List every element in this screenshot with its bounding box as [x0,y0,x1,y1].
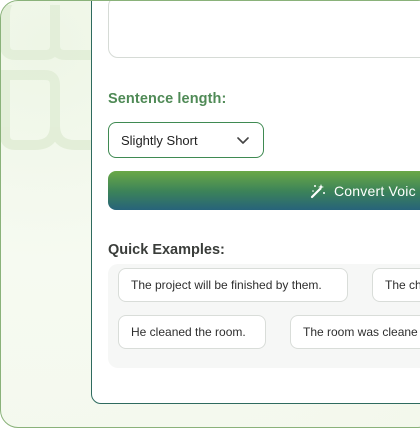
example-text: He cleaned the room. [131,325,246,339]
example-chip[interactable]: The ch [372,268,420,302]
example-chip[interactable]: The project will be finished by them. [118,268,348,302]
chevron-down-icon [237,137,249,144]
converter-card: Sentence length: Slightly Short Convert … [91,1,420,404]
sentence-length-label: Sentence length: [108,91,227,107]
example-chip[interactable]: He cleaned the room. [118,315,266,349]
convert-voice-label: Convert Voic [334,182,416,199]
example-text: The ch [385,278,420,292]
magic-wand-icon [310,183,325,198]
example-text: The room was cleane [303,325,418,339]
decorative-background-pattern [1,5,95,150]
quick-examples-title: Quick Examples: [108,242,225,258]
quick-examples-panel: The project will be finished by them. Th… [108,264,420,368]
sentence-length-value: Slightly Short [121,132,198,148]
sentence-length-select[interactable]: Slightly Short [108,122,264,158]
example-chip[interactable]: The room was cleane [290,315,420,349]
convert-voice-button[interactable]: Convert Voic [108,171,420,210]
example-text: The project will be finished by them. [131,278,322,292]
input-textarea[interactable] [108,1,420,58]
app-frame: Sentence length: Slightly Short Convert … [0,0,420,428]
